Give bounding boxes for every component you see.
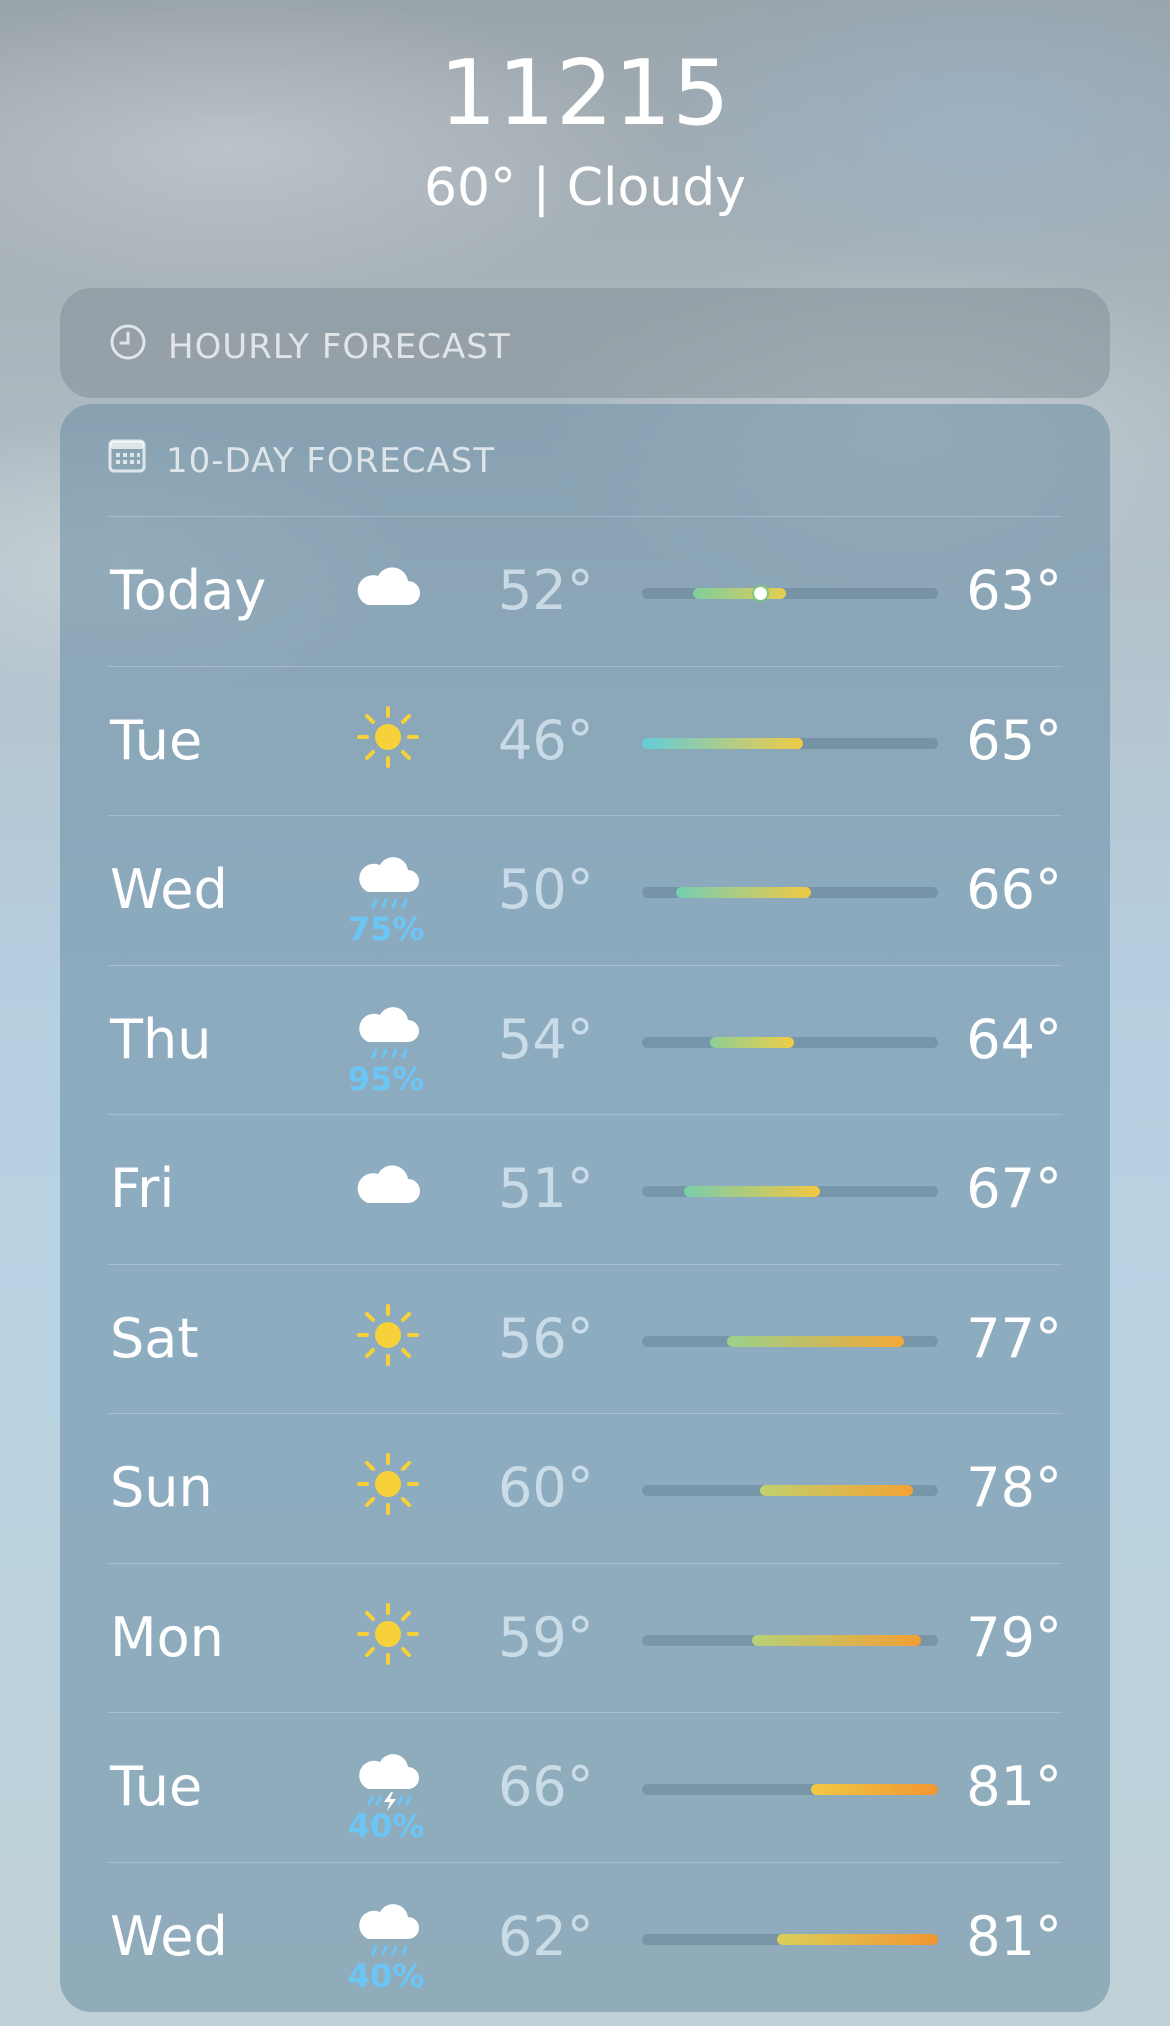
- precip-chance: 75%: [347, 910, 425, 948]
- forecast-day: Wed: [110, 858, 228, 921]
- clock-icon: [108, 322, 168, 371]
- temp-range-fill: [751, 1634, 922, 1646]
- precip-chance: 40%: [347, 1956, 425, 1995]
- rain-icon: [350, 854, 426, 918]
- forecast-day: Tue: [110, 708, 203, 772]
- temp-range-fill: [692, 588, 786, 599]
- temp-range-fill: [726, 1335, 905, 1347]
- temp-range-bar: [642, 587, 938, 600]
- thunderstorm-icon: [350, 1751, 426, 1815]
- forecast-day: Today: [110, 559, 267, 622]
- low-temp: 52°: [498, 559, 594, 622]
- ten-day-forecast-header: 10-DAY FORECAST: [108, 438, 495, 483]
- temp-range-fill: [684, 1186, 820, 1197]
- high-temp: 65°: [966, 708, 1062, 772]
- forecast-row[interactable]: Mon 59° 79°: [108, 1562, 1062, 1713]
- temp-range-bar: [642, 1784, 938, 1795]
- temp-range-fill: [709, 1036, 795, 1048]
- hourly-forecast-title: HOURLY FORECAST: [168, 326, 511, 367]
- temp-range-bar: [642, 737, 938, 749]
- forecast-row[interactable]: Thu 95% 54° 64°: [108, 964, 1062, 1115]
- forecast-row[interactable]: Tue 46° 65°: [108, 665, 1062, 816]
- temp-range-bar: [642, 1036, 938, 1048]
- forecast-row[interactable]: Sun 60° 78°: [108, 1413, 1062, 1563]
- forecast-row[interactable]: Fri 51° 67°: [108, 1114, 1062, 1264]
- high-temp: 78°: [966, 1456, 1062, 1519]
- forecast-day: Tue: [110, 1755, 203, 1818]
- temp-range-bar: [642, 1335, 938, 1347]
- low-temp: 59°: [498, 1605, 594, 1669]
- temp-range-fill: [777, 1933, 938, 1945]
- high-temp: 81°: [966, 1755, 1062, 1818]
- low-temp: 66°: [498, 1755, 594, 1818]
- forecast-row[interactable]: Wed 75% 50° 66°: [108, 815, 1062, 965]
- header: 11215 60° | Cloudy: [0, 34, 1170, 220]
- hourly-forecast-header: HOURLY FORECAST: [108, 322, 511, 371]
- high-temp: 77°: [966, 1306, 1062, 1370]
- rain-icon: [350, 1901, 426, 1965]
- forecast-row[interactable]: Sat 56° 77°: [108, 1263, 1062, 1414]
- sun-icon: [350, 1303, 426, 1367]
- low-temp: 62°: [498, 1904, 594, 1968]
- temp-range-bar: [642, 1634, 938, 1646]
- temp-range-bar: [642, 1485, 938, 1496]
- ten-day-forecast-title: 10-DAY FORECAST: [166, 440, 496, 481]
- current-conditions: 60° | Cloudy: [423, 158, 747, 218]
- high-temp: 63°: [966, 559, 1062, 622]
- sun-icon: [350, 705, 426, 769]
- low-temp: 46°: [498, 708, 594, 772]
- forecast-day: Thu: [110, 1007, 212, 1071]
- sun-icon: [350, 1452, 426, 1516]
- forecast-day: Sun: [110, 1456, 213, 1519]
- sun-icon: [350, 1602, 426, 1666]
- rain-icon: [350, 1004, 426, 1068]
- cloud-icon: [350, 1153, 426, 1217]
- temp-range-fill: [675, 887, 812, 898]
- calendar-icon: [108, 438, 166, 483]
- forecast-day: Wed: [110, 1904, 228, 1968]
- low-temp: 54°: [498, 1007, 594, 1071]
- temp-range-fill: [642, 737, 803, 749]
- high-temp: 64°: [966, 1007, 1062, 1071]
- high-temp: 81°: [966, 1904, 1062, 1968]
- forecast-list: Today 52° 63° Tue 46° 65° Wed 75% 50° 66° Thu 95% 54…: [108, 516, 1062, 2011]
- temp-range-fill: [760, 1485, 913, 1496]
- temp-range-bar: [642, 1933, 938, 1945]
- forecast-row[interactable]: Today 52° 63°: [108, 516, 1062, 666]
- forecast-row[interactable]: Wed 40% 62° 81°: [108, 1861, 1062, 2012]
- ten-day-forecast-card[interactable]: 10-DAY FORECAST Today 52° 63° Tue 46° 65° Wed 7…: [60, 404, 1110, 2012]
- precip-chance: 40%: [347, 1807, 425, 1845]
- high-temp: 79°: [966, 1605, 1062, 1669]
- forecast-day: Sat: [110, 1306, 199, 1370]
- precip-chance: 95%: [347, 1059, 425, 1098]
- forecast-day: Mon: [110, 1605, 224, 1669]
- hourly-forecast-card[interactable]: HOURLY FORECAST: [60, 288, 1110, 398]
- forecast-row[interactable]: Tue 40% 66° 81°: [108, 1712, 1062, 1862]
- cloud-icon: [350, 555, 426, 619]
- low-temp: 50°: [498, 858, 594, 921]
- location-title: 11215: [439, 41, 731, 146]
- forecast-day: Fri: [110, 1157, 175, 1220]
- low-temp: 51°: [498, 1157, 594, 1220]
- high-temp: 67°: [966, 1157, 1062, 1220]
- low-temp: 60°: [498, 1456, 594, 1519]
- low-temp: 56°: [498, 1306, 594, 1370]
- temp-range-fill: [811, 1784, 938, 1795]
- temp-range-bar: [642, 1186, 938, 1197]
- temp-range-bar: [642, 887, 938, 898]
- high-temp: 66°: [966, 858, 1062, 921]
